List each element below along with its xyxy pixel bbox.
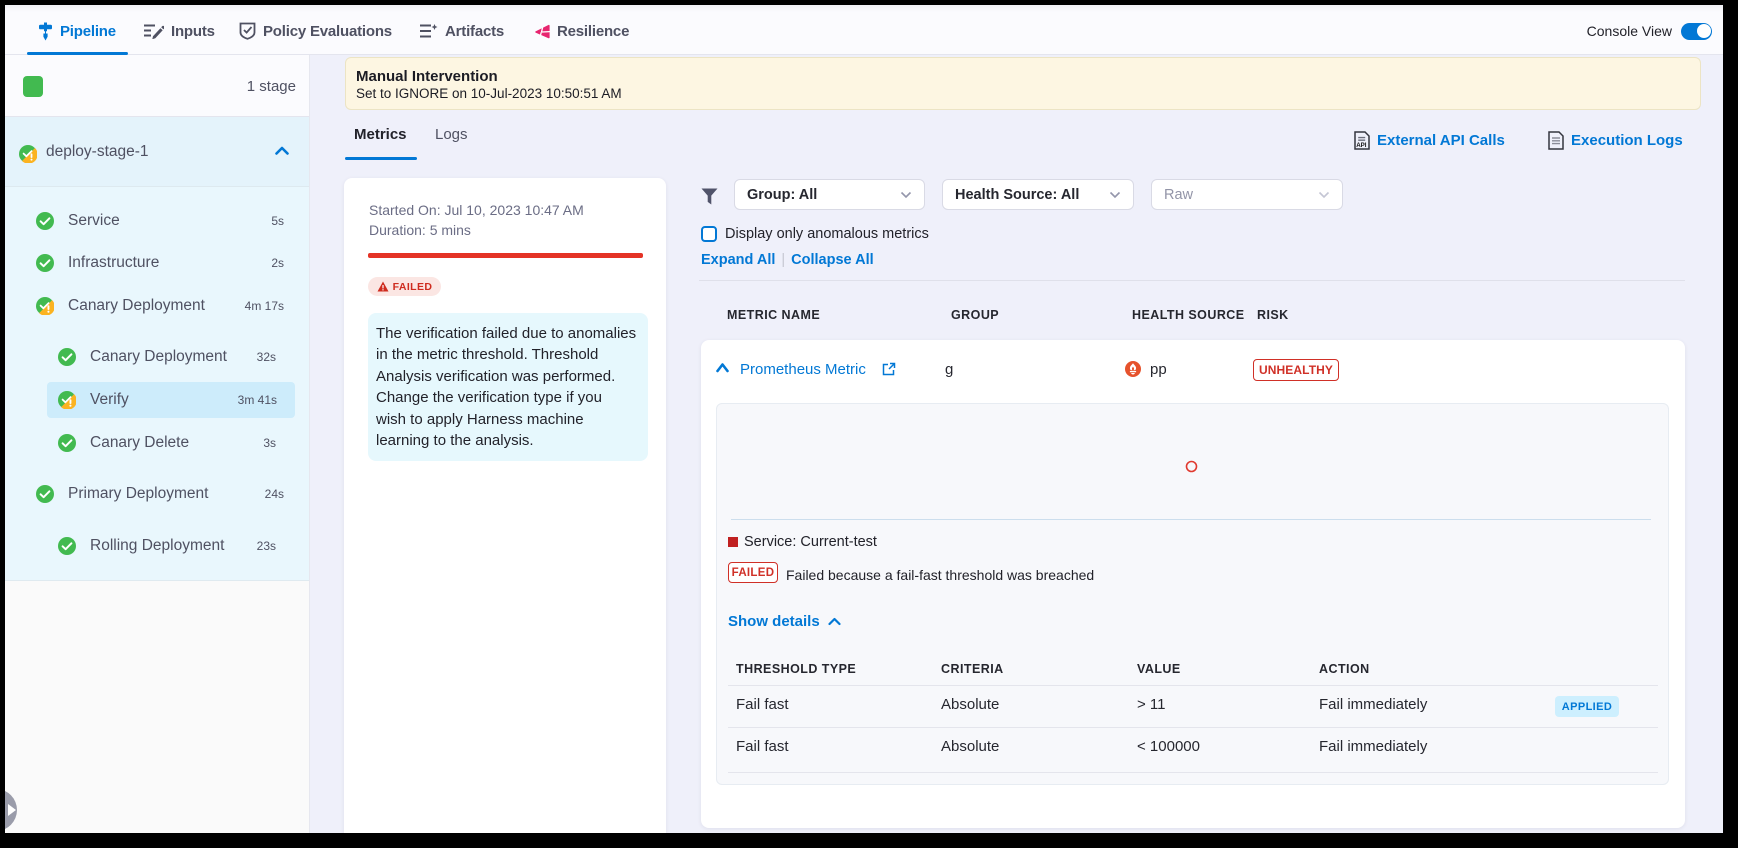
svg-text:API: API (1356, 142, 1367, 149)
